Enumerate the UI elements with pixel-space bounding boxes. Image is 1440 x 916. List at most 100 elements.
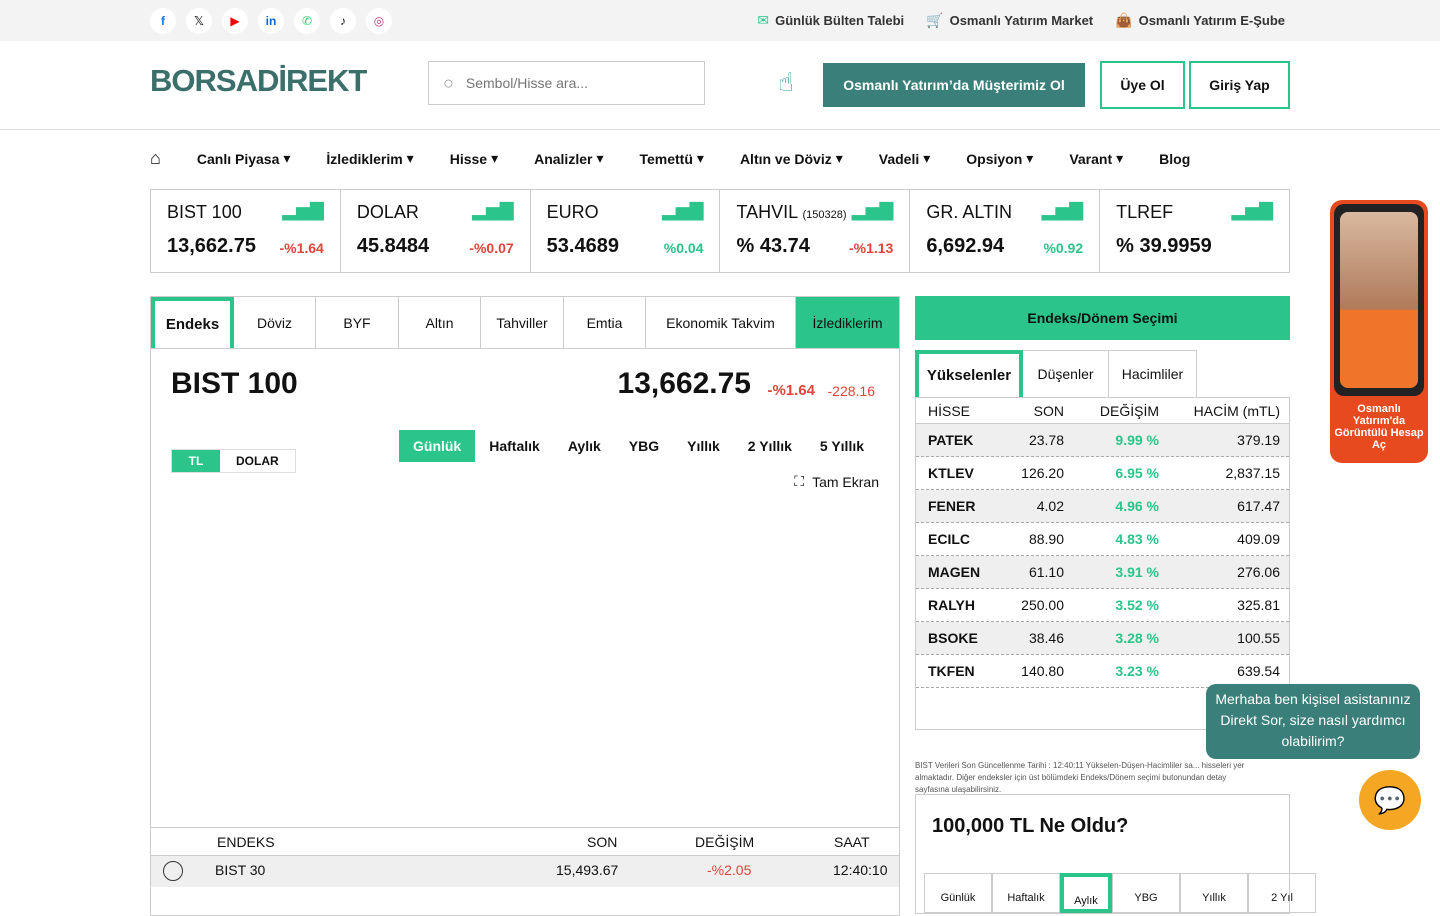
home-icon[interactable]: ⌂ (150, 148, 161, 169)
currency-dolar[interactable]: DOLAR (220, 450, 295, 472)
table-row[interactable]: RALYH 250.00 3.52 % 325.81 (916, 589, 1289, 622)
search-input[interactable] (465, 75, 676, 91)
facebook-icon[interactable]: f (150, 8, 176, 34)
esube-link[interactable]: 👜 Osmanlı Yatırım E-Şube (1115, 12, 1285, 29)
tab-hacimliler[interactable]: Hacimliler (1109, 350, 1197, 397)
period-selector: Günlük Haftalık Aylık YBG Yıllık 2 Yıllı… (399, 430, 878, 462)
nav-izlediklerim[interactable]: İzlediklerim ▾ (326, 150, 413, 167)
calc-tab-ybg[interactable]: YBG (1112, 873, 1180, 913)
tab-endeks[interactable]: Endeks (151, 297, 234, 348)
row-radio[interactable] (163, 861, 183, 881)
linkedin-icon[interactable]: in (258, 8, 284, 34)
ticker-card[interactable]: BIST 100 ▂▅▇ 13,662.75 -%1.64 (151, 190, 341, 272)
video-account-label: Osmanlı Yatırım'da Görüntülü Hesap Aç (1334, 403, 1424, 451)
tab-emtia[interactable]: Emtia (564, 297, 646, 348)
bag-icon: 👜 (1115, 12, 1133, 28)
ticker-card[interactable]: TAHVIL (150328) ▂▅▇% 43.74 -%1.13 (720, 190, 911, 272)
table-row[interactable]: ECILC 88.90 4.83 % 409.09 (916, 523, 1289, 556)
register-button[interactable]: Üye Ol (1100, 61, 1185, 109)
tab-tahviller[interactable]: Tahviller (481, 297, 564, 348)
tab-izlediklerim[interactable]: İzlediklerim (796, 297, 899, 348)
update-note: BIST Verileri Son Güncellenme Tarihi : 1… (915, 761, 1245, 794)
period-haftalik[interactable]: Haftalık (475, 430, 554, 462)
table-row[interactable]: PATEK 23.78 9.99 % 379.19 (916, 424, 1289, 457)
calc-tab-haftalik[interactable]: Haftalık (992, 873, 1060, 913)
tab-doviz[interactable]: Döviz (234, 297, 316, 348)
site-logo[interactable]: BORSADİREKT (150, 63, 367, 99)
chevron-down-icon: ▾ (1116, 150, 1124, 166)
social-links: f 𝕏 ▶ in ✆ ♪ ◎ (150, 8, 392, 34)
become-customer-button[interactable]: Osmanlı Yatırım’da Müşterimiz Ol (823, 63, 1085, 107)
market-link[interactable]: 🛒 Osmanlı Yatırım Market (926, 12, 1093, 29)
ticker-card[interactable]: DOLAR ▂▅▇ 45.8484 -%0.07 (341, 190, 531, 272)
nav-hisse[interactable]: Hisse ▾ (450, 150, 498, 167)
period-2-yillik[interactable]: 2 Yıllık (734, 430, 806, 462)
ticker-card[interactable]: EURO ▂▅▇ 53.4689 %0.04 (531, 190, 721, 272)
chart-icon: ▂▅▇ (472, 200, 514, 220)
login-button[interactable]: Giriş Yap (1189, 61, 1290, 109)
calc-tab-2-yil[interactable]: 2 Yıl (1248, 873, 1316, 913)
period-yillik[interactable]: Yıllık (673, 430, 734, 462)
fullscreen-icon: ⛶ (794, 473, 805, 489)
chat-icon[interactable]: 💬 (1359, 770, 1421, 830)
nav-opsiyon[interactable]: Opsiyon ▾ (966, 150, 1033, 167)
period-5-yillik[interactable]: 5 Yıllık (806, 430, 878, 462)
video-account-widget[interactable]: Osmanlı Yatırım'da Görüntülü Hesap Aç (1330, 200, 1428, 463)
investment-calculator: 100,000 TL Ne Oldu? Günlük Haftalık Aylı… (915, 794, 1316, 914)
chat-bubble[interactable]: Merhaba ben kişisel asistanınız Direkt S… (1206, 684, 1420, 759)
table-row[interactable]: MAGEN 61.10 3.91 % 276.06 (916, 556, 1289, 589)
tab-ekonomik-takvim[interactable]: Ekonomik Takvim (646, 297, 796, 348)
tab-yukselenler[interactable]: Yükselenler (915, 350, 1023, 397)
table-row[interactable]: FENER 4.02 4.96 % 617.47 (916, 490, 1289, 523)
chart-icon: ▂▅▇ (851, 200, 894, 220)
index-change: -%1.64 (767, 382, 815, 399)
period-aylik[interactable]: Aylık (554, 430, 615, 462)
nav-altin-doviz[interactable]: Altın ve Döviz ▾ (740, 150, 843, 167)
currency-toggle: TL DOLAR (171, 449, 296, 473)
nav-varant[interactable]: Varant ▾ (1069, 150, 1123, 167)
nav-analizler[interactable]: Analizler ▾ (534, 150, 603, 167)
cart-icon: 🛒 (926, 12, 944, 28)
calc-tab-aylik[interactable]: Aylık (1060, 873, 1112, 913)
calculator-title: 100,000 TL Ne Oldu? (932, 815, 1129, 837)
touch-icon: ☝ (778, 67, 794, 97)
table-row[interactable]: KTLEV 126.20 6.95 % 2,837.15 (916, 457, 1289, 490)
tab-byf[interactable]: BYF (316, 297, 399, 348)
nav-canli-piyasa[interactable]: Canlı Piyasa ▾ (197, 150, 291, 167)
ticker-card[interactable]: GR. ALTIN ▂▅▇ 6,692.94 %0.92 (910, 190, 1101, 272)
market-panel: Endeks Döviz BYF Altın Tahviller Emtia E… (150, 296, 900, 916)
chart-icon: ▂▅▇ (282, 200, 324, 220)
newsletter-link[interactable]: ✉ Günlük Bülten Talebi (757, 12, 904, 29)
fullscreen-button[interactable]: ⛶ Tam Ekran (794, 473, 879, 490)
chevron-down-icon: ▾ (923, 150, 931, 166)
x-icon[interactable]: 𝕏 (186, 8, 212, 34)
calc-tab-gunluk[interactable]: Günlük (924, 873, 992, 913)
agent-photo (1340, 212, 1418, 388)
movers-tabs: Yükselenler Düşenler Hacimliler (915, 350, 1290, 398)
search-icon: ○ (443, 72, 454, 93)
table-row[interactable]: BSOKE 38.46 3.28 % 100.55 (916, 622, 1289, 655)
tab-dusenler[interactable]: Düşenler (1023, 350, 1109, 397)
nav-temettu[interactable]: Temettü ▾ (639, 150, 703, 167)
tiktok-icon[interactable]: ♪ (330, 8, 356, 34)
nav-vadeli[interactable]: Vadeli ▾ (879, 150, 931, 167)
whatsapp-icon[interactable]: ✆ (294, 8, 320, 34)
phone-image (1334, 204, 1424, 396)
table-row[interactable]: BIST 30 15,493.67 -%2.05 12:40:10 (151, 855, 899, 887)
chart-icon: ▂▅▇ (1041, 200, 1084, 220)
period-ybg[interactable]: YBG (615, 430, 673, 462)
mail-icon: ✉ (757, 12, 770, 28)
index-period-selector[interactable]: Endeks/Dönem Seçimi (915, 296, 1290, 340)
calc-tab-yillik[interactable]: Yıllık (1180, 873, 1248, 913)
search-box[interactable]: ○ (428, 61, 705, 105)
period-gunluk[interactable]: Günlük (399, 430, 476, 462)
currency-tl[interactable]: TL (172, 450, 220, 472)
youtube-icon[interactable]: ▶ (222, 8, 248, 34)
nav-blog[interactable]: Blog (1159, 151, 1190, 167)
instagram-icon[interactable]: ◎ (366, 8, 392, 34)
header: BORSADİREKT ○ ☝ Osmanlı Yatırım’da Müşte… (0, 41, 1440, 130)
tab-altin[interactable]: Altın (399, 297, 481, 348)
ticker-card[interactable]: TLREF ▂▅▇% 39.9959 (1100, 190, 1289, 272)
chart-icon: ▂▅▇ (661, 200, 704, 220)
chevron-down-icon: ▾ (835, 150, 843, 166)
